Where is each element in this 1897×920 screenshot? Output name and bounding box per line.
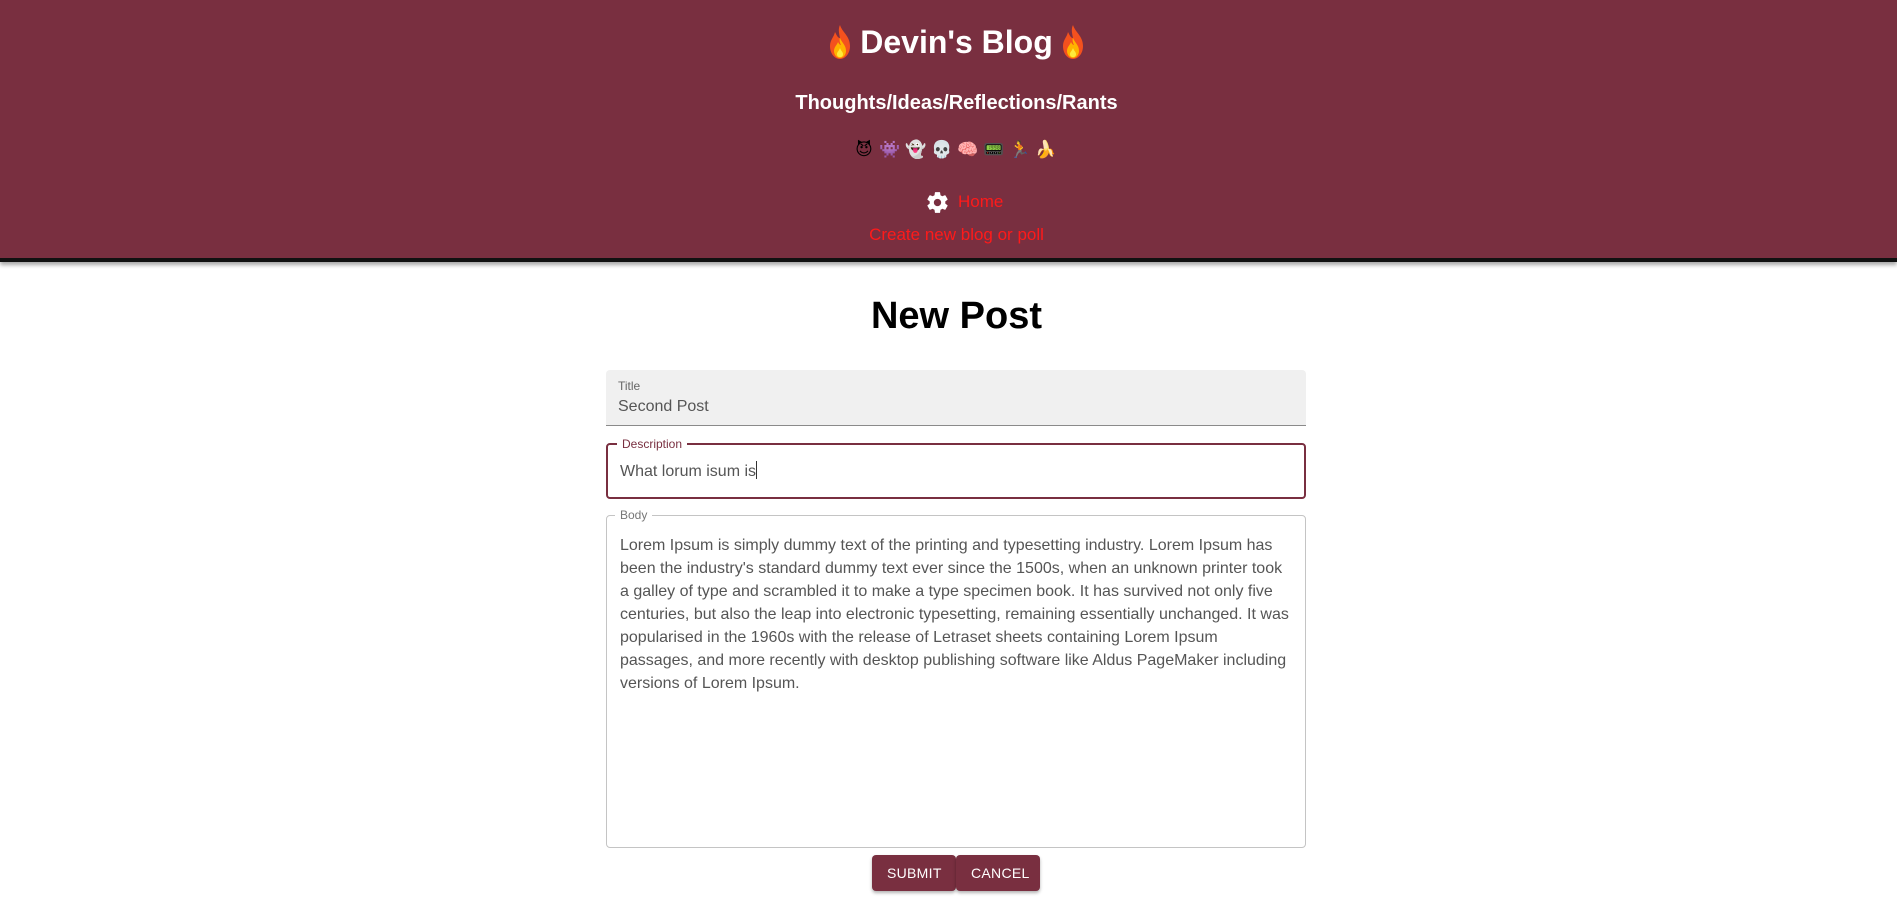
emoji-row: 😈 👾 👻 💀 🧠 📟 🏃 🍌 — [852, 138, 1058, 162]
alien-monster-emoji-icon: 👾 — [879, 140, 901, 160]
brain-emoji-icon: 🧠 — [957, 140, 979, 160]
form-actions: SUBMIT CANCEL — [872, 855, 1040, 891]
nav-home[interactable]: Home — [925, 190, 1003, 214]
body-textarea[interactable]: Lorem Ipsum is simply dummy text of the … — [620, 534, 1295, 695]
runner-emoji-icon: 🏃 — [1009, 140, 1031, 160]
banana-emoji-icon: 🍌 — [1035, 140, 1057, 160]
description-field[interactable]: Description What lorum isum is — [606, 437, 1306, 499]
ghost-emoji-icon: 👻 — [905, 140, 927, 160]
description-input[interactable]: What lorum isum is — [620, 461, 1290, 481]
submit-button[interactable]: SUBMIT — [872, 855, 956, 891]
description-value: What lorum isum is — [620, 463, 757, 480]
site-header: Devin's Blog Thoughts/Ideas/Reflections/… — [0, 0, 1897, 262]
skull-emoji-icon: 💀 — [931, 140, 953, 160]
text-caret — [756, 461, 758, 479]
cancel-button[interactable]: CANCEL — [956, 855, 1040, 891]
devil-emoji-icon: 😈 — [855, 140, 873, 160]
nav-create-row: Create new blog or poll — [0, 224, 1897, 247]
page-title: New Post — [870, 295, 1043, 337]
fire-icon — [830, 25, 851, 59]
body-label: Body — [615, 508, 653, 522]
site-tagline: Thoughts/Ideas/Reflections/Rants — [795, 92, 1118, 114]
site-title: Devin's Blog — [0, 18, 1897, 66]
body-field[interactable]: Body Lorem Ipsum is simply dummy text of… — [606, 508, 1306, 848]
fire-icon — [1062, 25, 1083, 59]
nav-create-link[interactable]: Create new blog or poll — [869, 225, 1044, 244]
site-title-text: Devin's Blog — [860, 24, 1053, 60]
description-label: Description — [617, 437, 688, 451]
pager-emoji-icon: 📟 — [983, 140, 1005, 160]
title-input[interactable] — [618, 398, 1288, 416]
title-label: Title — [618, 379, 641, 393]
nav-home-link[interactable]: Home — [958, 192, 1003, 212]
gear-icon[interactable] — [925, 190, 950, 215]
title-field[interactable]: Title — [606, 370, 1306, 426]
